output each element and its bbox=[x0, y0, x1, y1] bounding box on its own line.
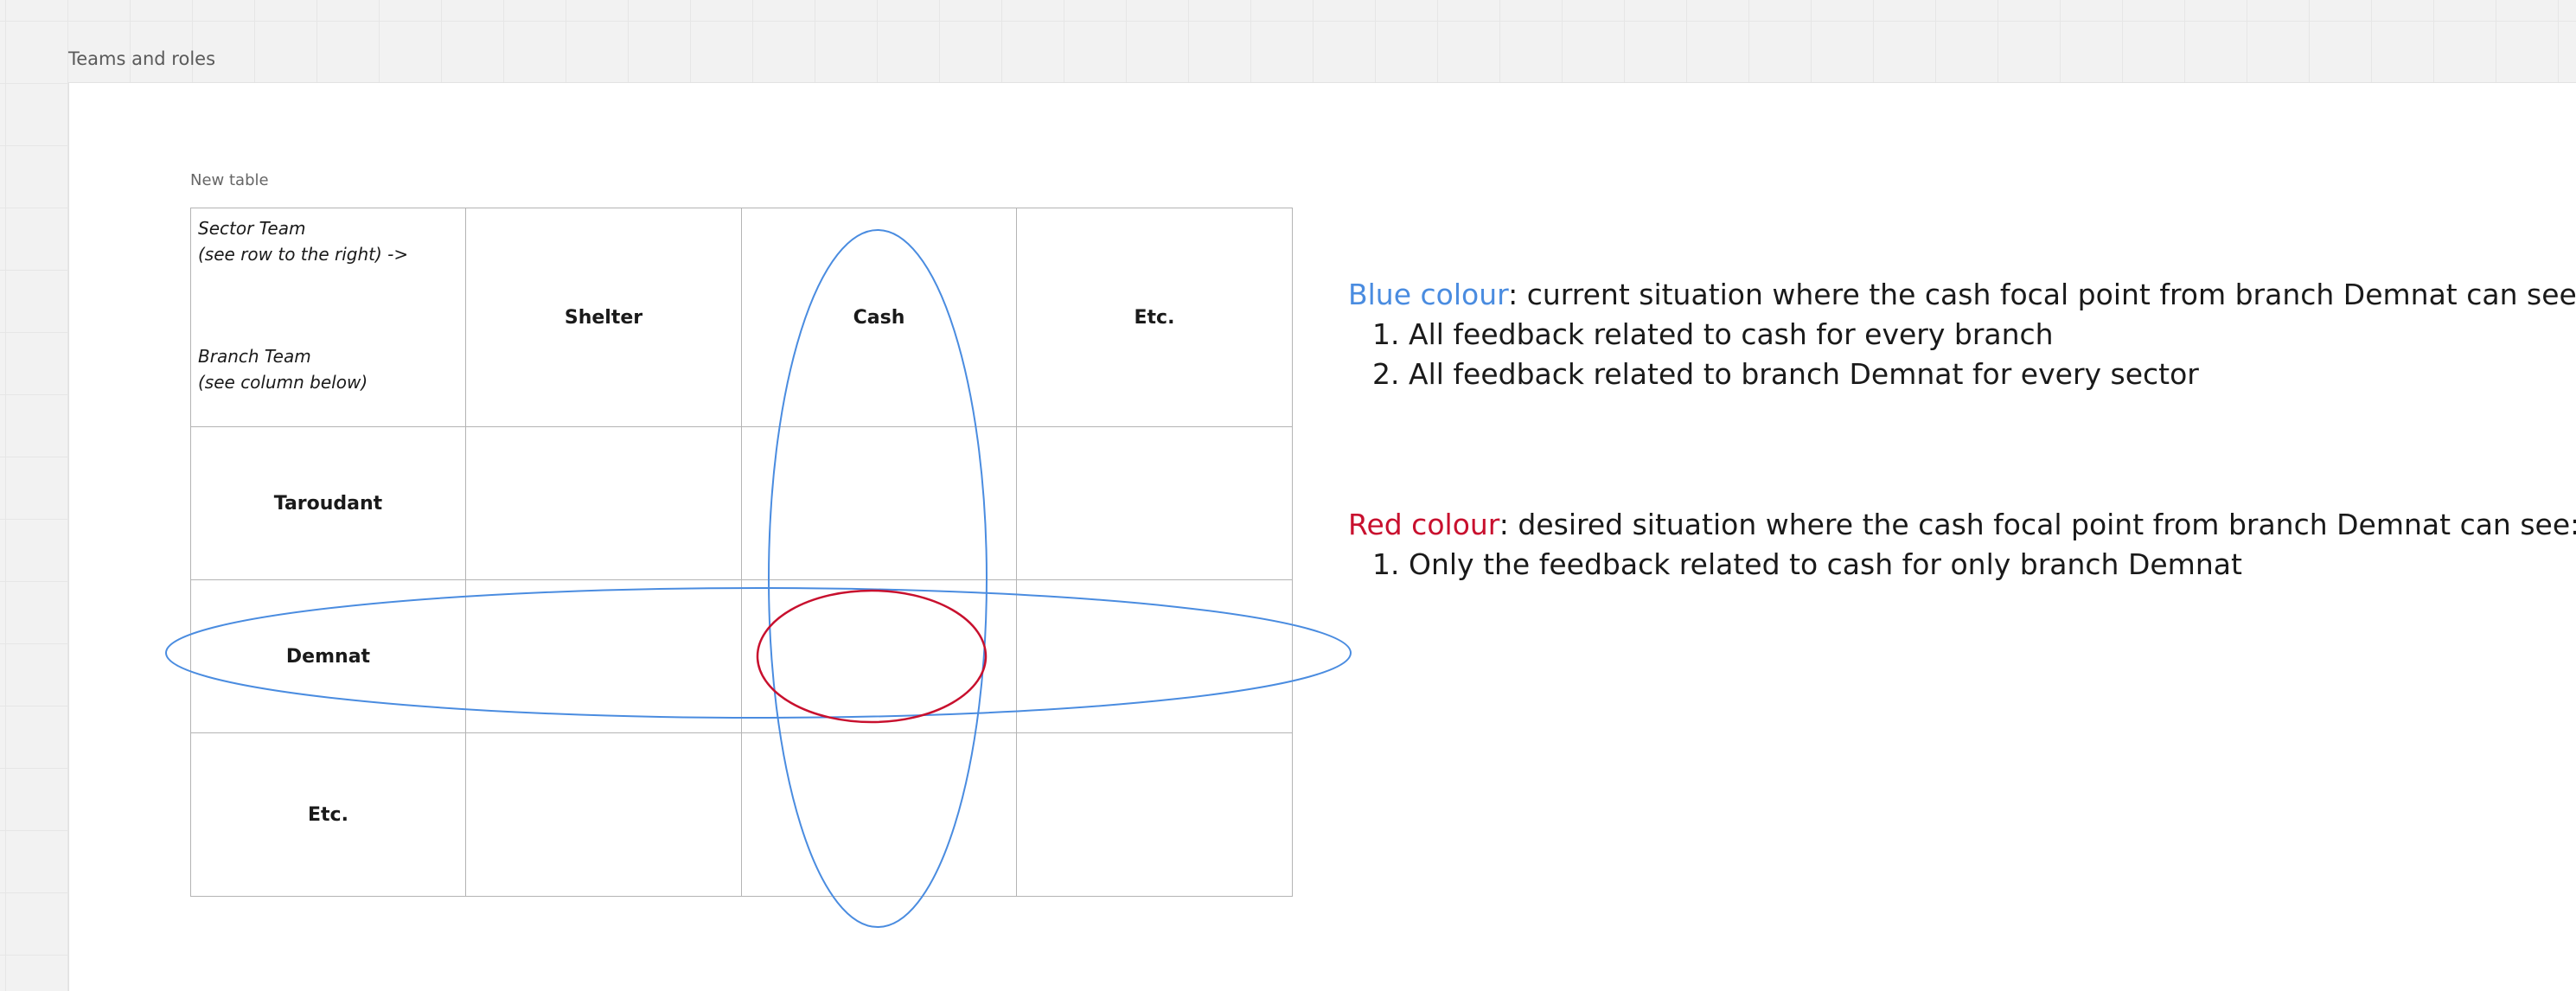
table-cell[interactable] bbox=[741, 426, 1017, 580]
table-row: Etc. bbox=[190, 732, 1293, 897]
list-item: All feedback related to branch Demnat fo… bbox=[1409, 355, 2576, 394]
note-blue-heading: Blue colour: current situation where the… bbox=[1348, 275, 2576, 315]
note-red[interactable]: Red colour: desired situation where the … bbox=[1348, 505, 2576, 585]
note-red-keyword: Red colour bbox=[1348, 508, 1499, 541]
column-header-etc[interactable]: Etc. bbox=[1016, 208, 1293, 427]
row-header-demnat[interactable]: Demnat bbox=[190, 579, 466, 733]
corner-branch-label: Branch Team bbox=[198, 346, 311, 367]
table-row: Demnat bbox=[190, 579, 1293, 733]
table-header-row: Sector Team (see row to the right) -> Br… bbox=[190, 208, 1293, 427]
table-cell[interactable] bbox=[465, 732, 742, 897]
table-cell[interactable] bbox=[1016, 579, 1293, 733]
table-cell[interactable] bbox=[465, 426, 742, 580]
note-red-list: Only the feedback related to cash for on… bbox=[1348, 545, 2576, 585]
corner-sector-label: Sector Team bbox=[198, 218, 306, 239]
note-blue-text: : current situation where the cash focal… bbox=[1508, 278, 2576, 311]
row-header-etc[interactable]: Etc. bbox=[190, 732, 466, 897]
matrix-table[interactable]: Sector Team (see row to the right) -> Br… bbox=[190, 208, 1293, 897]
corner-branch-group: Branch Team (see column below) bbox=[198, 343, 368, 395]
column-header-cash[interactable]: Cash bbox=[741, 208, 1017, 427]
row-header-taroudant[interactable]: Taroudant bbox=[190, 426, 466, 580]
list-item: Only the feedback related to cash for on… bbox=[1409, 545, 2576, 585]
note-blue[interactable]: Blue colour: current situation where the… bbox=[1348, 275, 2576, 394]
table-cell[interactable] bbox=[1016, 426, 1293, 580]
table-row: Taroudant bbox=[190, 426, 1293, 580]
frame-title[interactable]: Teams and roles bbox=[68, 48, 215, 69]
table-cell[interactable] bbox=[465, 579, 742, 733]
table-cell[interactable] bbox=[741, 579, 1017, 733]
corner-cell[interactable]: Sector Team (see row to the right) -> Br… bbox=[190, 208, 466, 427]
note-blue-list: All feedback related to cash for every b… bbox=[1348, 315, 2576, 394]
corner-branch-hint: (see column below) bbox=[198, 372, 368, 393]
table-caption[interactable]: New table bbox=[190, 171, 269, 189]
list-item: All feedback related to cash for every b… bbox=[1409, 315, 2576, 355]
note-red-text: : desired situation where the cash focal… bbox=[1499, 508, 2576, 541]
column-header-shelter[interactable]: Shelter bbox=[465, 208, 742, 427]
table-cell[interactable] bbox=[1016, 732, 1293, 897]
note-red-heading: Red colour: desired situation where the … bbox=[1348, 505, 2576, 545]
corner-sector-hint: (see row to the right) -> bbox=[198, 244, 409, 265]
note-blue-keyword: Blue colour bbox=[1348, 278, 1509, 311]
table-cell[interactable] bbox=[741, 732, 1017, 897]
